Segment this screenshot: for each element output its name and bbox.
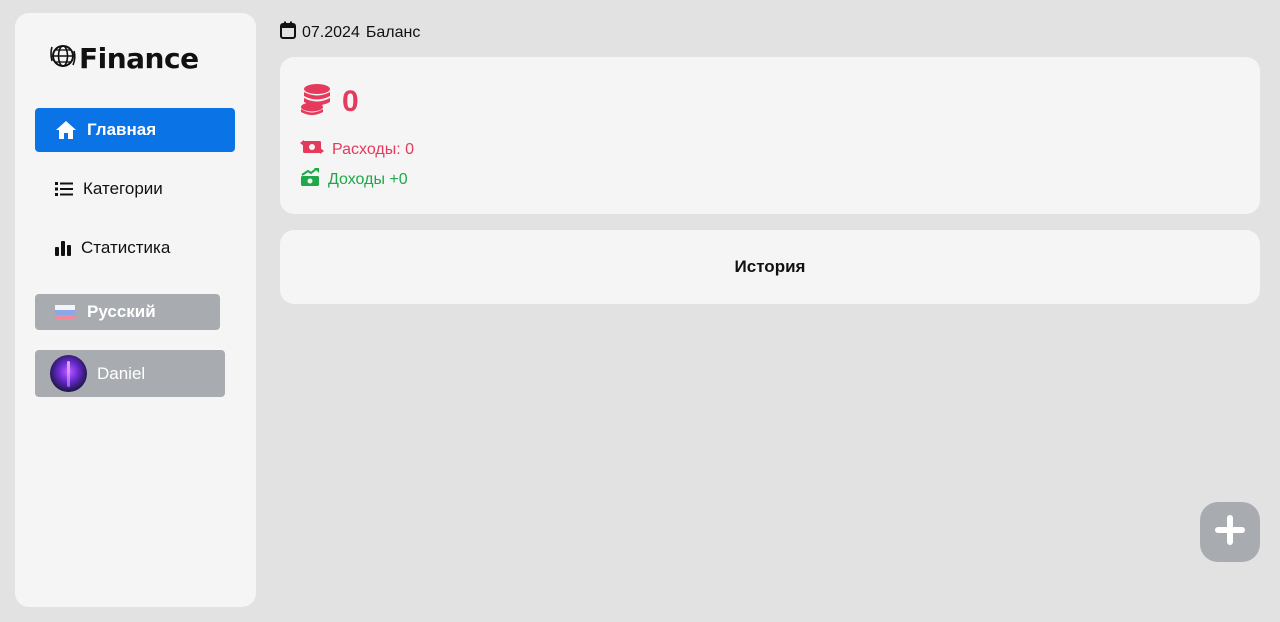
language-button[interactable]: Русский	[35, 294, 220, 330]
home-icon	[55, 120, 77, 140]
add-transaction-button[interactable]	[1200, 502, 1260, 562]
history-card[interactable]: История	[280, 230, 1260, 304]
sidebar-item-label: Статистика	[81, 238, 171, 257]
coins-icon	[300, 83, 334, 120]
list-icon	[55, 181, 73, 197]
sidebar: Finance Главная Категории Статистика Рус…	[15, 13, 256, 607]
money-growth-icon	[300, 168, 320, 191]
month-selector[interactable]: 07.2024 Баланс	[280, 21, 420, 44]
income-label: Доходы +0	[328, 170, 408, 188]
page-title: Баланс	[365, 23, 421, 41]
user-profile-button[interactable]: Daniel	[35, 350, 225, 397]
income-row: Доходы +0	[300, 168, 408, 191]
sidebar-item-label: Категории	[83, 179, 163, 198]
balance-card: 0 Расходы: 0 Доходы +0	[280, 57, 1260, 214]
sidebar-item-statistics[interactable]: Статистика	[35, 226, 235, 270]
sidebar-item-label: Главная	[87, 120, 157, 139]
user-name: Daniel	[97, 363, 146, 383]
app-logo[interactable]: Finance	[49, 41, 199, 76]
balance-total: 0	[300, 83, 359, 120]
globe-icon	[49, 41, 77, 76]
plus-icon	[1213, 513, 1247, 552]
calendar-icon	[280, 21, 296, 44]
ru-flag-icon	[55, 304, 75, 320]
expenses-label: Расходы: 0	[332, 140, 415, 158]
logo-text: Finance	[79, 42, 199, 75]
history-title: История	[734, 257, 806, 276]
bar-chart-icon	[55, 240, 71, 256]
language-label: Русский	[87, 302, 156, 321]
avatar	[50, 355, 87, 392]
sidebar-item-home[interactable]: Главная	[35, 108, 235, 152]
expenses-row: Расходы: 0	[300, 138, 414, 161]
sidebar-item-categories[interactable]: Категории	[35, 167, 235, 211]
money-exchange-icon	[300, 138, 324, 161]
current-month: 07.2024	[302, 23, 360, 41]
balance-value: 0	[342, 84, 359, 118]
